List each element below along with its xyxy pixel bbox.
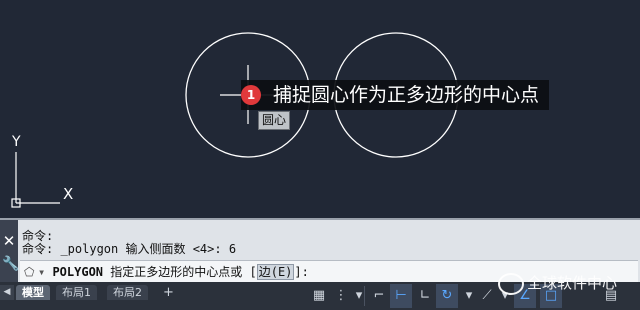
infer-constraints-icon[interactable]: ⌐ (368, 284, 390, 308)
chevron-down-icon[interactable]: ▾ (38, 265, 52, 279)
option-edge[interactable]: 边(E) (256, 264, 295, 280)
polar-tracking-icon[interactable]: ↻ (436, 284, 458, 308)
wrench-icon[interactable]: 🔧 (2, 256, 19, 272)
ortho-icon[interactable]: ∟ (414, 284, 436, 308)
annotation-callout: 捕捉圆心作为正多边形的中心点 (241, 80, 550, 110)
command-name: POLYGON (52, 265, 104, 279)
command-prompt-end: ]: (294, 265, 309, 279)
wechat-icon (498, 272, 524, 295)
command-prompt-text: 指定正多边形的中心点或 [ (103, 265, 257, 279)
ucs-y-label: Y (12, 134, 21, 150)
history-line: 命令: _polygon 输入侧面数 <4>: 6 (22, 242, 237, 256)
add-layout-button[interactable]: + (163, 285, 174, 300)
tab-model[interactable]: 模型 (16, 285, 50, 300)
polygon-icon[interactable]: ⬠ (24, 261, 38, 283)
chevron-down-icon[interactable]: ▾ (348, 284, 370, 308)
tab-scroll-icon[interactable]: ◀ (0, 285, 14, 300)
tab-layout1[interactable]: 布局1 (56, 285, 97, 300)
ucs-icon (11, 152, 60, 208)
dynamic-input-icon[interactable]: ⊢ (390, 284, 412, 308)
drawing-canvas[interactable]: Y X 捕捉圆心作为正多边形的中心点 1 圆心 (0, 0, 640, 218)
close-icon[interactable]: ✕ (2, 232, 16, 250)
annotation-number-badge: 1 (241, 85, 261, 105)
grid-icon[interactable]: ▦ (308, 284, 330, 308)
tab-layout2[interactable]: 布局2 (107, 285, 148, 300)
watermark: 全球软件中心 (498, 272, 617, 295)
command-window-sidebar: ✕ 🔧 (0, 220, 19, 284)
ucs-x-label: X (63, 185, 74, 203)
command-history: 命令: 命令: _polygon 输入侧面数 <4>: 6 (22, 230, 236, 256)
watermark-text: 全球软件中心 (527, 274, 618, 292)
snap-tooltip: 圆心 (258, 111, 291, 130)
